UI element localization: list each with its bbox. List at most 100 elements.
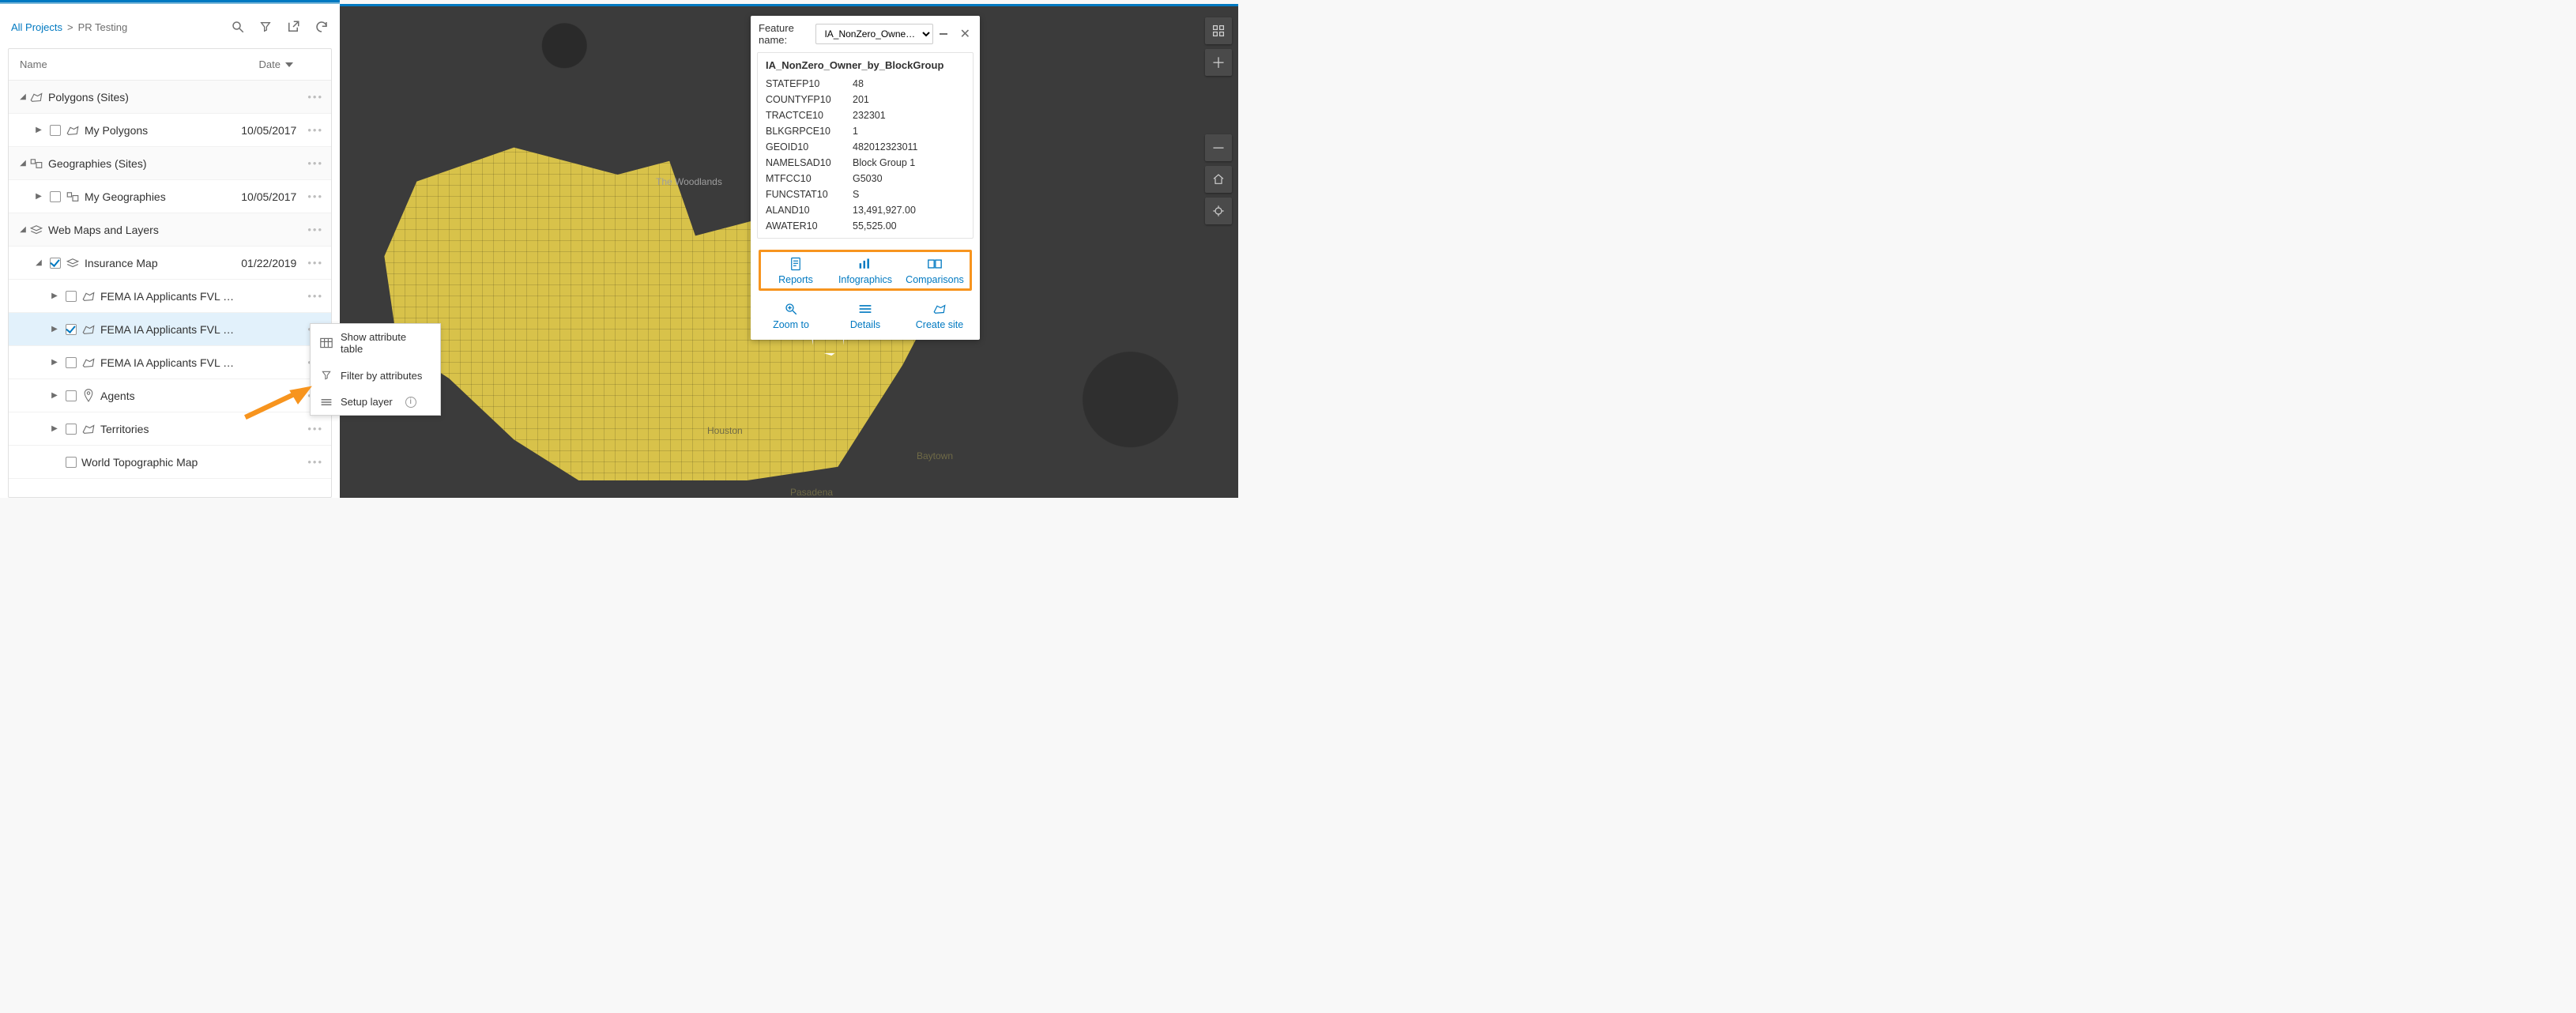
details-icon [858, 302, 872, 316]
filter-icon[interactable] [259, 20, 272, 34]
item-label: Insurance Map [85, 257, 158, 269]
polygon-icon [81, 356, 96, 369]
layer-rows: ◢ Polygons (Sites) ••• ▶ My Polygons 10/… [9, 81, 331, 497]
row-menu-icon[interactable]: ••• [301, 423, 323, 435]
map-grid-button[interactable] [1205, 17, 1232, 44]
action-infographics[interactable]: Infographics [830, 257, 900, 285]
item-label: World Topographic Map [81, 456, 198, 469]
row-menu-icon[interactable]: ••• [301, 190, 323, 202]
popup-body: IA_NonZero_Owner_by_BlockGroup STATEFP10… [757, 52, 974, 239]
group-polygons-sites[interactable]: ◢ Polygons (Sites) ••• [9, 81, 331, 114]
sort-desc-icon[interactable] [285, 62, 293, 67]
item-my-geographies[interactable]: ▶ My Geographies 10/05/2017 ••• [9, 180, 331, 213]
group-webmaps-layers[interactable]: ◢ Web Maps and Layers ••• [9, 213, 331, 247]
visibility-checkbox[interactable] [66, 357, 77, 368]
group-label: Polygons (Sites) [48, 91, 129, 104]
breadcrumb-current: PR Testing [78, 21, 128, 33]
row-menu-icon[interactable]: ••• [301, 157, 323, 169]
breadcrumb-root-link[interactable]: All Projects [11, 21, 62, 33]
annotation-arrow [241, 386, 312, 422]
zoom-icon [784, 302, 798, 316]
visibility-checkbox[interactable] [66, 424, 77, 435]
expand-icon[interactable]: ◢ [17, 159, 29, 168]
expand-icon[interactable]: ◢ [17, 225, 29, 234]
layer-context-menu: Show attribute table Filter by attribute… [310, 323, 441, 416]
item-label: FEMA IA Applicants FVL … [100, 356, 234, 369]
action-comparisons[interactable]: Comparisons [900, 257, 970, 285]
attr-row: FUNCSTAT10S [758, 186, 973, 202]
item-label: FEMA IA Applicants FVL … [100, 290, 234, 303]
row-menu-icon[interactable]: ••• [301, 91, 323, 103]
table-icon [320, 337, 333, 348]
expand-icon[interactable]: ▶ [48, 292, 61, 300]
row-menu-icon[interactable]: ••• [301, 124, 323, 136]
layer-world-topo[interactable]: World Topographic Map ••• [9, 446, 331, 479]
polygon-icon [81, 290, 96, 303]
layers-icon [29, 224, 43, 236]
column-date[interactable]: Date [259, 58, 281, 70]
expand-icon[interactable]: ▶ [32, 126, 45, 134]
popup-close-icon[interactable]: ✕ [958, 26, 972, 42]
infographics-icon [858, 257, 872, 271]
share-icon[interactable] [286, 20, 300, 34]
highlighted-action-group: Reports Infographics Comparisons [759, 250, 972, 291]
attr-row: MTFCC10G5030 [758, 171, 973, 186]
popup-minimize-icon[interactable] [940, 33, 947, 35]
home-extent-button[interactable] [1205, 166, 1232, 193]
column-name[interactable]: Name [20, 58, 47, 70]
action-create-site[interactable]: Create site [902, 302, 977, 330]
action-zoom-to[interactable]: Zoom to [754, 302, 828, 330]
visibility-checkbox[interactable] [50, 191, 61, 202]
row-menu-icon[interactable]: ••• [301, 224, 323, 235]
layer-fema-2[interactable]: ▶ FEMA IA Applicants FVL … ••• [9, 313, 331, 346]
expand-icon[interactable]: ▶ [48, 358, 61, 367]
expand-icon[interactable]: ◢ [17, 92, 29, 101]
comparisons-icon [928, 257, 942, 271]
row-menu-icon[interactable]: ••• [301, 257, 323, 269]
breadcrumb: All Projects > PR Testing [8, 12, 332, 42]
visibility-checkbox[interactable] [50, 125, 61, 136]
visibility-checkbox[interactable] [66, 324, 77, 335]
map-canvas[interactable]: The Woodlands Houston Baytown Pasadena F… [340, 4, 1238, 498]
attr-row: TRACTCE10232301 [758, 107, 973, 123]
visibility-checkbox[interactable] [66, 390, 77, 401]
visibility-checkbox[interactable] [66, 291, 77, 302]
menu-show-attribute-table[interactable]: Show attribute table [311, 324, 440, 362]
search-icon[interactable] [231, 20, 245, 34]
menu-filter-attributes[interactable]: Filter by attributes [311, 362, 440, 389]
zoom-in-button[interactable]: ＋ [1205, 49, 1232, 76]
visibility-checkbox[interactable] [66, 457, 77, 468]
row-menu-icon[interactable]: ••• [301, 290, 323, 302]
expand-icon[interactable]: ▶ [48, 391, 61, 400]
expand-icon[interactable]: ◢ [32, 258, 45, 267]
zoom-out-button[interactable]: － [1205, 134, 1232, 161]
action-reports[interactable]: Reports [761, 257, 830, 285]
project-panel: All Projects > PR Testing Name [0, 4, 340, 498]
item-label: My Polygons [85, 124, 148, 137]
layer-list: Name Date ◢ Polygons (Sites) ••• ▶ [8, 48, 332, 498]
expand-icon[interactable]: ▶ [48, 424, 61, 433]
filter-icon [320, 369, 333, 382]
expand-icon[interactable]: ▶ [32, 192, 45, 201]
reports-icon [789, 257, 802, 271]
item-insurance-map[interactable]: ◢ Insurance Map 01/22/2019 ••• [9, 247, 331, 280]
layer-fema-1[interactable]: ▶ FEMA IA Applicants FVL … ••• [9, 280, 331, 313]
layer-fema-3[interactable]: ▶ FEMA IA Applicants FVL … ••• [9, 346, 331, 379]
visibility-checkbox[interactable] [50, 258, 61, 269]
refresh-icon[interactable] [314, 20, 329, 34]
attr-row: GEOID10482012323011 [758, 139, 973, 155]
polygon-icon [66, 124, 80, 137]
row-menu-icon[interactable]: ••• [301, 456, 323, 468]
geography-icon [29, 157, 43, 170]
item-date: 01/22/2019 [241, 257, 301, 269]
popup-feature-select[interactable]: IA_NonZero_Owne… [815, 24, 933, 44]
locate-button[interactable] [1205, 198, 1232, 224]
info-icon[interactable]: i [405, 397, 416, 408]
create-site-icon [932, 302, 947, 316]
action-details[interactable]: Details [828, 302, 902, 330]
expand-icon[interactable]: ▶ [48, 325, 61, 333]
item-my-polygons[interactable]: ▶ My Polygons 10/05/2017 ••• [9, 114, 331, 147]
menu-setup-layer[interactable]: Setup layer i [311, 389, 440, 415]
attr-row: BLKGRPCE101 [758, 123, 973, 139]
group-geographies-sites[interactable]: ◢ Geographies (Sites) ••• [9, 147, 331, 180]
